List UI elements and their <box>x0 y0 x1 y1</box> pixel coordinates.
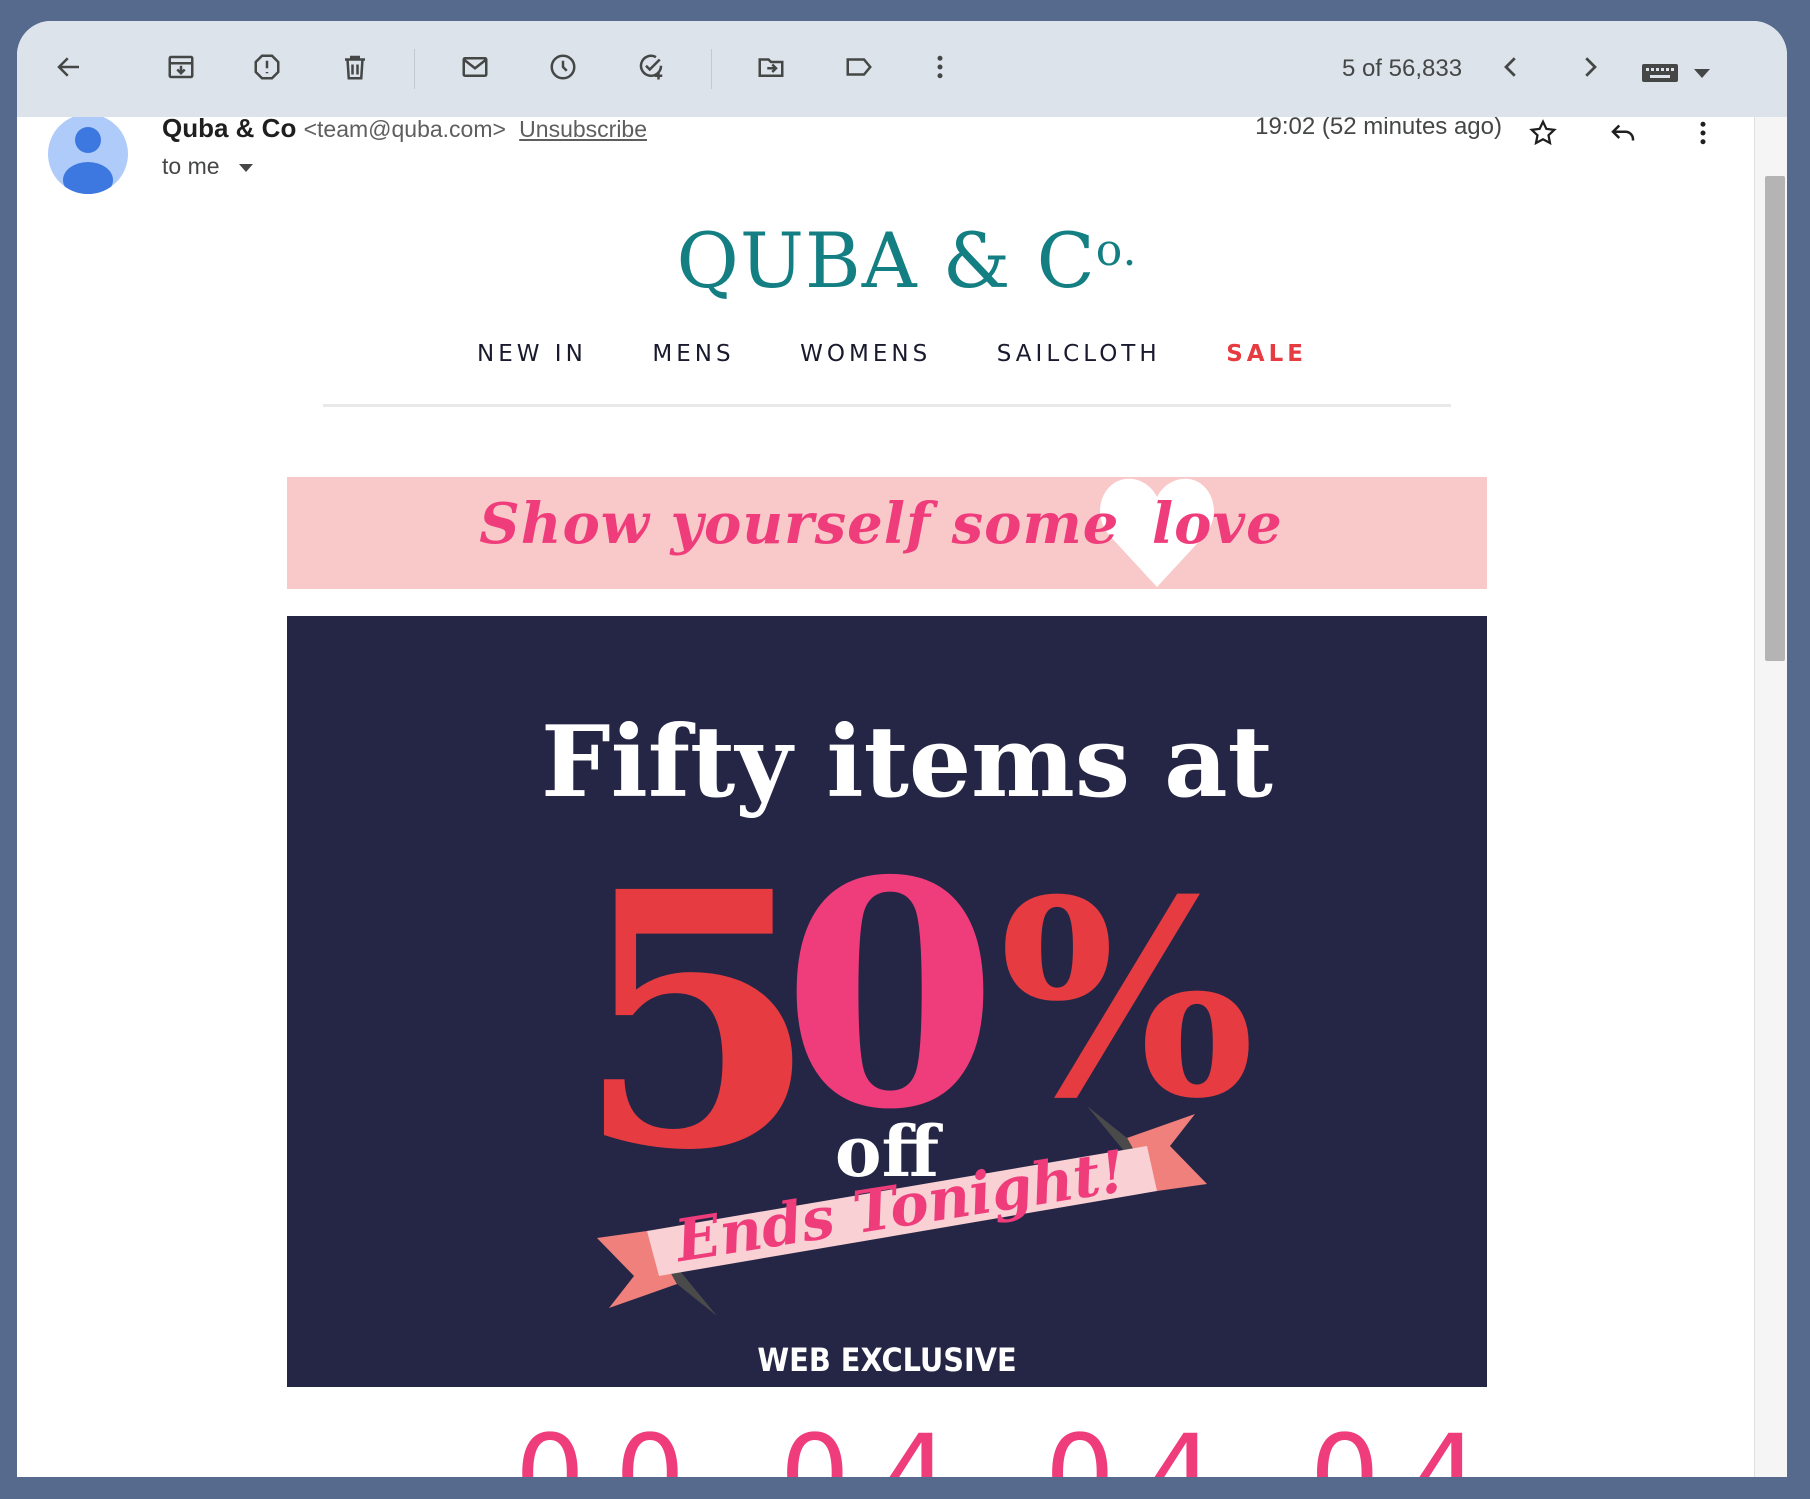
sender-name[interactable]: Quba & Co <box>162 113 296 143</box>
back-button[interactable] <box>45 43 93 91</box>
email-nav: NEW IN MENS WOMENS SAILCLOTH SALE <box>477 341 1307 367</box>
hero-headline: Fifty items at <box>541 705 1273 820</box>
chevron-right-icon <box>1585 57 1597 77</box>
hero-graphic: Fifty items at 5 0 % off Ends Tonight! W… <box>541 705 1273 1379</box>
move-folder-icon <box>758 58 784 77</box>
nav-mens[interactable]: MENS <box>652 341 734 367</box>
more-vert-icon <box>1700 121 1706 145</box>
love-banner[interactable]: Show yourself some love <box>287 477 1487 589</box>
nav-sale[interactable]: SALE <box>1226 341 1307 367</box>
clock-icon <box>550 54 576 80</box>
nav-new-in[interactable]: NEW IN <box>477 341 587 367</box>
star-icon <box>1529 119 1557 146</box>
report-spam-button[interactable] <box>243 43 291 91</box>
delete-button[interactable] <box>331 43 379 91</box>
avatar[interactable] <box>48 114 128 194</box>
logo-suffix: o. <box>1095 225 1138 276</box>
person-icon <box>63 127 113 194</box>
newer-button[interactable] <box>1487 43 1535 91</box>
chevron-left-icon <box>1504 57 1516 77</box>
hero-percent: % <box>999 840 1256 1158</box>
archive-button[interactable] <box>157 43 205 91</box>
mail-icon <box>462 57 488 77</box>
sale-hero-image[interactable]: Fifty items at 5 0 % off Ends Tonight! W… <box>287 616 1487 1387</box>
trash-icon <box>345 55 365 80</box>
arrow-left-icon <box>57 57 79 77</box>
message-count: 5 of 56,833 <box>1341 55 1463 82</box>
reply-icon <box>1611 124 1635 141</box>
add-task-icon <box>639 54 663 80</box>
sender-line: Quba & Co <team@quba.com> Unsubscribe <box>162 113 647 144</box>
label-icon <box>846 58 872 76</box>
web-exclusive-label: WEB EXCLUSIVE <box>757 1341 1016 1379</box>
move-to-button[interactable] <box>747 43 795 91</box>
report-spam-icon <box>254 54 280 80</box>
star-button[interactable] <box>1521 111 1565 155</box>
add-task-button[interactable] <box>627 43 675 91</box>
keyboard-icon <box>1642 64 1710 82</box>
caret-down-icon <box>238 164 253 172</box>
snooze-button[interactable] <box>539 43 587 91</box>
divider <box>323 404 1451 407</box>
unsubscribe-link[interactable]: Unsubscribe <box>519 116 647 142</box>
banner-phrase: Show yourself some <box>479 491 1120 557</box>
archive-icon <box>168 55 194 79</box>
older-button[interactable] <box>1566 43 1614 91</box>
mark-unread-button[interactable] <box>451 43 499 91</box>
banner-text: Show yourself some love <box>287 491 1487 557</box>
mail-toolbar: 5 of 56,833 <box>17 21 1787 117</box>
input-tools-button[interactable] <box>1642 61 1717 90</box>
sender-email: <team@quba.com> <box>303 116 506 142</box>
logo-text: QUBA & C <box>676 216 1096 305</box>
nav-womens[interactable]: WOMENS <box>800 341 931 367</box>
email-window: 5 of 56,833 Quba & Co <team@quba.com> Un… <box>17 21 1787 1477</box>
countdown-strip: 00 04 04 04 <box>17 1411 1754 1477</box>
message-more-button[interactable] <box>1681 111 1725 155</box>
recipient-label: to me <box>162 153 220 179</box>
countdown-timer: 00 04 04 04 <box>515 1411 1510 1477</box>
toolbar-divider <box>414 49 415 89</box>
toolbar-divider <box>711 49 712 89</box>
timestamp: 19:02 (52 minutes ago) <box>1255 113 1502 140</box>
recipient-details[interactable]: to me <box>162 153 256 180</box>
nav-sailcloth[interactable]: SAILCLOTH <box>997 341 1161 367</box>
banner-love-word: love <box>1151 491 1283 557</box>
brand-logo[interactable]: QUBA & Co. <box>657 216 1157 305</box>
reply-button[interactable] <box>1601 111 1645 155</box>
labels-button[interactable] <box>835 43 883 91</box>
more-options-button[interactable] <box>916 43 964 91</box>
more-vert-icon <box>937 55 943 79</box>
scrollbar-thumb[interactable] <box>1765 176 1785 661</box>
